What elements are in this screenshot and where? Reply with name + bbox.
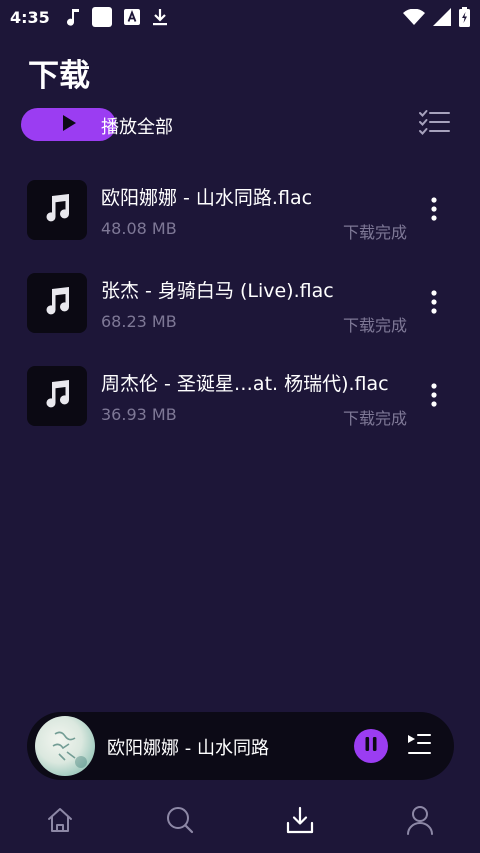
bottom-navigation [0,790,480,853]
status-system-icons [403,7,470,27]
multi-select-button[interactable] [416,108,452,142]
item-status: 下载完成 [342,409,407,428]
item-status: 下载完成 [342,223,407,242]
item-title: 周杰伦 - 圣诞星…at. 杨瑞代).flac [101,373,389,395]
item-size: 48.08 MB [101,219,177,238]
battery-charging-icon [459,7,470,27]
thumbnail [27,366,87,426]
item-title: 张杰 - 身骑白马 (Live).flac [101,280,334,302]
more-options-button[interactable] [422,289,446,319]
item-size: 36.93 MB [101,405,177,424]
pause-button[interactable] [354,729,388,763]
status-notification-icons [66,7,168,27]
queue-icon [407,733,431,759]
item-size: 68.23 MB [101,312,177,331]
thumbnail [27,273,87,333]
list-item[interactable]: 欧阳娜娜 - 山水同路.flac 48.08 MB 下载完成 [0,170,480,263]
more-vertical-icon [431,290,437,318]
music-note-icon [66,8,80,26]
list-item[interactable]: 周杰伦 - 圣诞星…at. 杨瑞代).flac 36.93 MB 下载完成 [0,356,480,449]
more-options-button[interactable] [422,382,446,412]
download-arrow-icon [152,8,168,26]
music-note-icon [43,379,71,413]
now-playing-title: 欧阳娜娜 - 山水同路 [107,738,269,759]
home-icon [47,807,73,837]
music-note-icon [43,286,71,320]
album-art[interactable] [35,716,95,776]
item-title: 欧阳娜娜 - 山水同路.flac [101,187,313,209]
signal-icon [433,8,451,26]
thumbnail [27,180,87,240]
download-list: 欧阳娜娜 - 山水同路.flac 48.08 MB 下载完成 张杰 - 身骑白马… [0,170,480,449]
nav-profile[interactable] [360,790,480,853]
playlist-queue-button[interactable] [403,730,435,762]
play-icon [61,114,77,136]
wifi-icon [403,9,425,25]
search-icon [166,806,194,838]
pause-icon [364,736,378,756]
status-time: 4:35 [10,7,50,27]
checklist-icon [418,109,450,141]
more-vertical-icon [431,197,437,225]
nav-download[interactable] [240,790,360,853]
mini-player[interactable]: 欧阳娜娜 - 山水同路 [27,712,454,780]
download-icon [286,806,314,838]
nav-search[interactable] [120,790,240,853]
music-note-icon [43,193,71,227]
white-square-icon [91,7,112,27]
profile-icon [406,805,434,839]
list-item[interactable]: 张杰 - 身骑白马 (Live).flac 68.23 MB 下载完成 [0,263,480,356]
a-box-icon [123,9,140,25]
status-bar: 4:35 [0,0,480,34]
more-vertical-icon [431,383,437,411]
page-title: 下载 [28,58,90,94]
more-options-button[interactable] [422,196,446,226]
nav-home[interactable] [0,790,120,853]
play-all-label[interactable]: 播放全部 [101,113,173,139]
item-status: 下载完成 [342,316,407,335]
